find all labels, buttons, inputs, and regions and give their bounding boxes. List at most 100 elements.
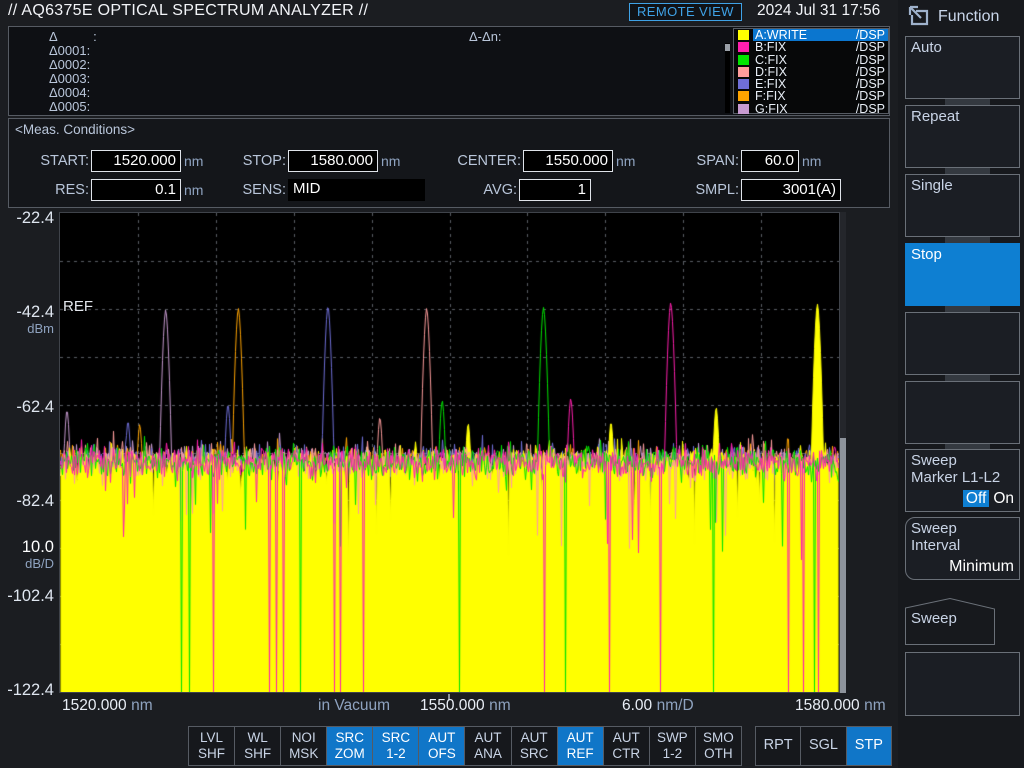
res-unit: nm: [184, 182, 204, 198]
trace-disp: /DSP: [855, 28, 885, 43]
vacuum-label: in Vacuum: [318, 697, 391, 714]
smpl-field[interactable]: 3001(A): [741, 179, 841, 201]
sweep-group-tab[interactable]: Sweep: [905, 597, 995, 645]
trace-swatch: [738, 66, 749, 77]
toolbar-g1-cell[interactable]: AUT ANA: [465, 727, 512, 765]
trace-disp: /DSP: [855, 77, 885, 92]
avg-field[interactable]: 1: [519, 179, 591, 201]
function-button-blank-1[interactable]: [905, 312, 1020, 375]
toolbar-g1-cell[interactable]: AUT CTR: [603, 727, 650, 765]
trace-label: G:FIX: [755, 101, 788, 116]
stop-unit: nm: [381, 153, 401, 169]
delta-panel: Δ : Δ0001: Δ0002: Δ0003: Δ0004: Δ0005: Δ…: [8, 26, 890, 116]
y-tick: -82.4: [16, 492, 54, 510]
toolbar-g1-cell[interactable]: LVL SHF: [189, 727, 236, 765]
function-button-stop[interactable]: Stop: [905, 243, 1020, 306]
toolbar-g2-cell[interactable]: RPT: [756, 727, 802, 765]
toolbar-g1-cell[interactable]: AUT OFS: [419, 727, 466, 765]
trace-disp: /DSP: [855, 64, 885, 79]
toolbar-g2-cell[interactable]: SGL: [801, 727, 847, 765]
trace-disp: /DSP: [855, 101, 885, 116]
trace-label: E:FIX: [755, 77, 787, 92]
delta-dn-label: Δ-Δn:: [469, 29, 502, 44]
trace-label: C:FIX: [755, 52, 787, 67]
meas-conditions-panel: <Meas. Conditions> START: 1520.000 nm ST…: [8, 118, 890, 208]
sweep-marker-off[interactable]: Off: [962, 490, 990, 507]
chart-zone: -22.4 -42.4 dBm -62.4 -82.4 10.0 dB/D -1…: [0, 208, 898, 724]
sweep-tab-label: Sweep: [911, 610, 957, 627]
spectrum-plot[interactable]: REF: [59, 212, 840, 693]
function-button-single[interactable]: Single: [905, 174, 1020, 237]
legend-row[interactable]: C:FIX/DSP: [734, 52, 888, 67]
trace-swatch: [738, 79, 749, 90]
trace-disp: /DSP: [855, 52, 885, 67]
x-perdiv-value: 6.00: [622, 697, 653, 714]
app-title: // AQ6375E OPTICAL SPECTRUM ANALYZER //: [8, 2, 369, 19]
toolbar-g1-cell[interactable]: AUT SRC: [511, 727, 558, 765]
legend-scrollbar[interactable]: [725, 43, 730, 113]
x-perdiv-unit: nm/D: [656, 697, 694, 714]
sens-field[interactable]: MID: [288, 179, 425, 201]
center-field[interactable]: 1550.000: [523, 150, 613, 172]
sweep-marker-on[interactable]: On: [993, 490, 1014, 507]
y-tick: -42.4: [16, 303, 54, 321]
trace-label: B:FIX: [755, 40, 787, 55]
start-field[interactable]: 1520.000: [91, 150, 181, 172]
trace-legend: A:WRITE/DSP B:FIX/DSP C:FIX/DSP D:FIX/DS…: [733, 28, 889, 116]
y-tick: -62.4: [16, 398, 54, 416]
start-label: START:: [40, 153, 89, 169]
trace-swatch: [738, 54, 749, 65]
x-stop-value: 1580.000: [795, 697, 860, 714]
x-axis-labels: 1520.000 nm in Vacuum 1550.000 nm 6.00 n…: [0, 697, 898, 719]
x-center-value: 1550.000: [420, 697, 485, 714]
function-button-sweep-interval[interactable]: Sweep Interval Minimum: [905, 517, 1020, 580]
trace-disp: /DSP: [855, 40, 885, 55]
function-arrow-icon: [908, 5, 929, 26]
stop-field[interactable]: 1580.000: [288, 150, 378, 172]
function-button-blank-3[interactable]: [905, 652, 1020, 716]
trace-disp: /DSP: [855, 89, 885, 104]
sweep-marker-line1: Sweep: [911, 452, 957, 469]
toolbar-g1-cell[interactable]: SRC 1-2: [373, 727, 420, 765]
y-tick: -22.4: [16, 209, 54, 227]
toolbar-g1-cell[interactable]: SWP 1-2: [649, 727, 696, 765]
avg-label: AVG:: [483, 182, 517, 198]
trace-swatch: [738, 42, 749, 53]
sweep-interval-line1: Sweep: [911, 520, 957, 537]
remote-view-badge: REMOTE VIEW: [629, 3, 742, 21]
legend-row[interactable]: B:FIX/DSP: [734, 40, 888, 55]
function-button-auto[interactable]: Auto: [905, 36, 1020, 99]
function-button-repeat[interactable]: Repeat: [905, 105, 1020, 168]
toolbar-g1-cell[interactable]: NOI MSK: [281, 727, 328, 765]
res-field[interactable]: 0.1: [91, 179, 181, 201]
toolbar-g2-cell[interactable]: STP: [846, 727, 891, 765]
smpl-label: SMPL:: [695, 182, 739, 198]
y-scale-unit: dB/D: [25, 556, 54, 571]
center-unit: nm: [616, 153, 636, 169]
span-field[interactable]: 60.0: [741, 150, 799, 172]
function-button-blank-2[interactable]: [905, 381, 1020, 444]
legend-scrollbar-thumb[interactable]: [725, 44, 730, 51]
toolbar-g1-cell[interactable]: SRC ZOM: [327, 727, 374, 765]
sweep-marker-line2: Marker L1-L2: [911, 469, 1001, 486]
spectrum-canvas[interactable]: [60, 213, 839, 692]
trace-label: F:FIX: [755, 89, 786, 104]
toolbar-g1-cell[interactable]: WL SHF: [235, 727, 282, 765]
stop-label: STOP:: [242, 153, 286, 169]
y-scale-value: 10.0: [21, 538, 54, 556]
function-button-sweep-marker[interactable]: Sweep Marker L1-L2 Off On: [905, 449, 1020, 512]
sweep-control-toolbar: RPT SGL STP: [755, 726, 892, 766]
trace-swatch: [738, 30, 749, 41]
toolbar-g1-cell[interactable]: AUT REF: [557, 727, 604, 765]
plot-scrollbar-thumb[interactable]: [840, 438, 846, 693]
plot-scrollbar[interactable]: [840, 212, 846, 693]
y-axis-unit: dBm: [27, 321, 54, 336]
res-label: RES:: [55, 182, 89, 198]
trace-swatch: [738, 103, 749, 114]
sweep-interval-value: Minimum: [949, 558, 1014, 575]
x-start-value: 1520.000: [62, 697, 127, 714]
legend-row[interactable]: G:FIX/DSP: [734, 101, 888, 116]
toolbar-g1-cell[interactable]: SMO OTH: [695, 727, 741, 765]
ref-marker-label: REF: [63, 298, 93, 315]
legend-row[interactable]: F:FIX/DSP: [734, 89, 888, 104]
